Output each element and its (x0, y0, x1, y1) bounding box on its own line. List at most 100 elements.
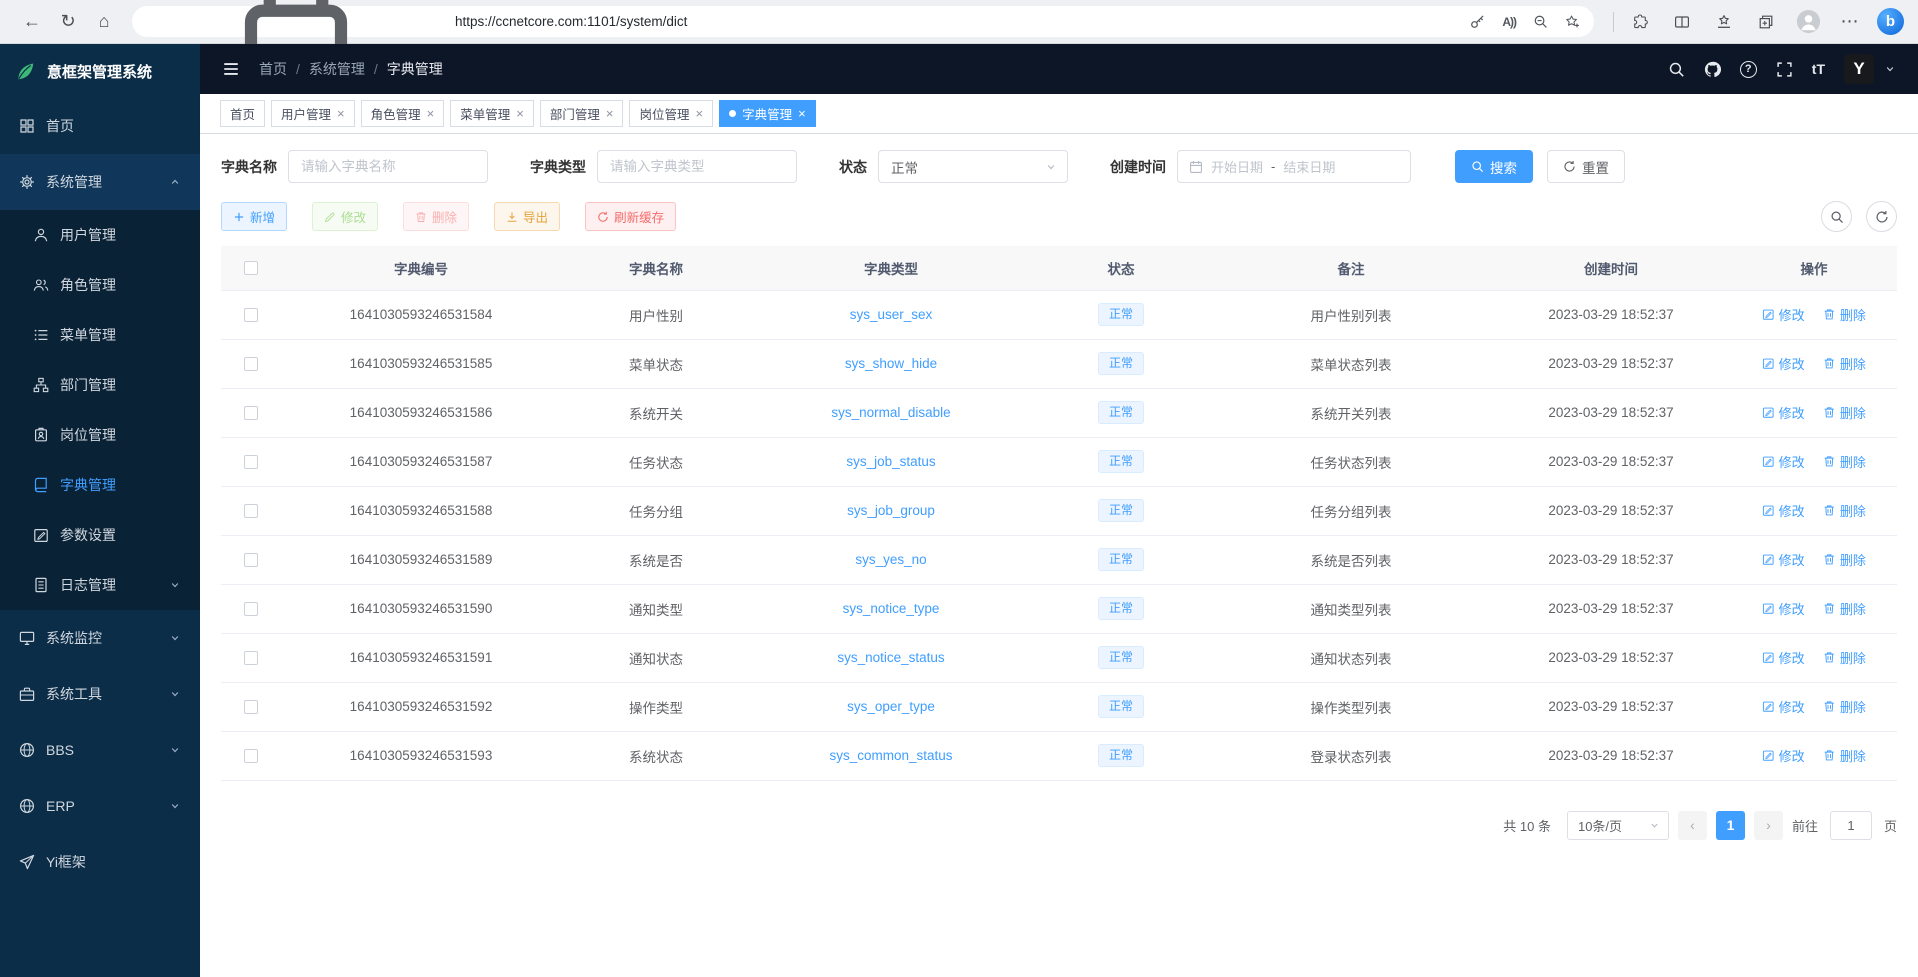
dict-type-link[interactable]: sys_notice_type (843, 601, 940, 616)
row-edit-link[interactable]: 修改 (1762, 599, 1805, 618)
table-row[interactable]: 1641030593246531586 系统开关 sys_normal_disa… (221, 388, 1897, 437)
row-delete-link[interactable]: 删除 (1823, 599, 1866, 618)
row-edit-link[interactable]: 修改 (1762, 501, 1805, 520)
select-all-checkbox[interactable] (244, 261, 258, 275)
row-delete-link[interactable]: 删除 (1823, 403, 1866, 422)
row-edit-link[interactable]: 修改 (1762, 452, 1805, 471)
table-row[interactable]: 1641030593246531593 系统状态 sys_common_stat… (221, 731, 1897, 780)
password-key-icon[interactable] (1470, 14, 1485, 29)
close-icon[interactable]: × (337, 107, 345, 120)
row-edit-link[interactable]: 修改 (1762, 746, 1805, 765)
date-range-picker[interactable]: 开始日期 - 结束日期 (1177, 150, 1411, 183)
url-text[interactable]: https://ccnetcore.com:1101/system/dict (455, 14, 1461, 29)
sidebar-item-system-management[interactable]: 系统管理 (0, 154, 200, 210)
zoom-out-icon[interactable] (1533, 14, 1548, 29)
row-delete-link[interactable]: 删除 (1823, 648, 1866, 667)
sidebar-item-system-tools[interactable]: 系统工具 (0, 666, 200, 722)
show-search-toggle-button[interactable] (1821, 201, 1852, 232)
row-checkbox[interactable] (244, 700, 258, 714)
help-icon[interactable]: ? (1740, 61, 1757, 78)
table-row[interactable]: 1641030593246531592 操作类型 sys_oper_type 正… (221, 682, 1897, 731)
export-button[interactable]: 导出 (494, 202, 560, 231)
header-search-icon[interactable] (1668, 61, 1685, 78)
row-edit-link[interactable]: 修改 (1762, 550, 1805, 569)
user-avatar[interactable]: Y (1844, 54, 1874, 84)
split-screen-icon[interactable] (1665, 5, 1699, 39)
read-aloud-icon[interactable]: A)) (1502, 15, 1516, 29)
table-row[interactable]: 1641030593246531587 任务状态 sys_job_status … (221, 437, 1897, 486)
sidebar-item-system-monitor[interactable]: 系统监控 (0, 610, 200, 666)
row-edit-link[interactable]: 修改 (1762, 354, 1805, 373)
row-checkbox[interactable] (244, 553, 258, 567)
table-row[interactable]: 1641030593246531584 用户性别 sys_user_sex 正常… (221, 290, 1897, 339)
row-checkbox[interactable] (244, 602, 258, 616)
dict-type-link[interactable]: sys_oper_type (847, 699, 935, 714)
dict-type-link[interactable]: sys_show_hide (845, 356, 937, 371)
favorites-icon[interactable] (1707, 5, 1741, 39)
dict-type-link[interactable]: sys_job_group (847, 503, 935, 518)
row-delete-link[interactable]: 删除 (1823, 452, 1866, 471)
dict-type-link[interactable]: sys_yes_no (855, 552, 926, 567)
end-date-placeholder[interactable]: 结束日期 (1283, 157, 1335, 176)
font-size-icon[interactable]: tT (1812, 61, 1825, 77)
home-button[interactable]: ⌂ (86, 5, 122, 39)
tab-menu-management[interactable]: 菜单管理 × (450, 100, 534, 127)
sidebar-item-dept-management[interactable]: 部门管理 (0, 360, 200, 410)
sidebar-item-post-management[interactable]: 岗位管理 (0, 410, 200, 460)
prev-page-button[interactable]: ‹ (1678, 811, 1707, 840)
sidebar-item-param-settings[interactable]: 参数设置 (0, 510, 200, 560)
row-delete-link[interactable]: 删除 (1823, 746, 1866, 765)
sidebar-item-menu-management[interactable]: 菜单管理 (0, 310, 200, 360)
row-checkbox[interactable] (244, 651, 258, 665)
add-button[interactable]: 新增 (221, 202, 287, 231)
sidebar-item-role-management[interactable]: 角色管理 (0, 260, 200, 310)
add-favorite-icon[interactable] (1565, 14, 1580, 29)
refresh-cache-button[interactable]: 刷新缓存 (585, 202, 676, 231)
tab-post-management[interactable]: 岗位管理 × (629, 100, 713, 127)
dict-type-link[interactable]: sys_user_sex (850, 307, 933, 322)
row-checkbox[interactable] (244, 455, 258, 469)
sidebar-item-bbs[interactable]: BBS (0, 722, 200, 778)
status-select[interactable]: 正常 (878, 150, 1068, 183)
close-icon[interactable]: × (695, 107, 703, 120)
search-button[interactable]: 搜索 (1455, 150, 1533, 183)
row-checkbox[interactable] (244, 406, 258, 420)
row-delete-link[interactable]: 删除 (1823, 697, 1866, 716)
profile-avatar[interactable] (1791, 5, 1825, 39)
row-edit-link[interactable]: 修改 (1762, 403, 1805, 422)
dict-type-link[interactable]: sys_normal_disable (831, 405, 950, 420)
next-page-button[interactable]: › (1754, 811, 1783, 840)
tab-dept-management[interactable]: 部门管理 × (540, 100, 624, 127)
close-icon[interactable]: × (606, 107, 614, 120)
sidebar-item-dict-management[interactable]: 字典管理 (0, 460, 200, 510)
sidebar-item-home[interactable]: 首页 (0, 98, 200, 154)
tab-role-management[interactable]: 角色管理 × (361, 100, 445, 127)
dict-type-link[interactable]: sys_common_status (829, 748, 952, 763)
hamburger-icon[interactable] (222, 59, 242, 79)
tab-dict-management[interactable]: 字典管理 × (719, 100, 816, 127)
goto-page-input[interactable] (1830, 811, 1872, 840)
table-row[interactable]: 1641030593246531590 通知类型 sys_notice_type… (221, 584, 1897, 633)
refresh-table-button[interactable] (1866, 201, 1897, 232)
dict-type-link[interactable]: sys_job_status (846, 454, 935, 469)
row-checkbox[interactable] (244, 749, 258, 763)
extensions-icon[interactable] (1623, 5, 1657, 39)
row-checkbox[interactable] (244, 357, 258, 371)
row-delete-link[interactable]: 删除 (1823, 354, 1866, 373)
reset-button[interactable]: 重置 (1547, 150, 1625, 183)
sidebar-item-erp[interactable]: ERP (0, 778, 200, 834)
row-edit-link[interactable]: 修改 (1762, 648, 1805, 667)
table-row[interactable]: 1641030593246531585 菜单状态 sys_show_hide 正… (221, 339, 1897, 388)
table-row[interactable]: 1641030593246531589 系统是否 sys_yes_no 正常 系… (221, 535, 1897, 584)
back-button[interactable]: ← (14, 5, 50, 39)
row-delete-link[interactable]: 删除 (1823, 550, 1866, 569)
close-icon[interactable]: × (427, 107, 435, 120)
refresh-page-button[interactable]: ↻ (50, 5, 86, 39)
bing-chat-icon[interactable]: b (1877, 8, 1904, 35)
close-icon[interactable]: × (798, 107, 806, 120)
browser-menu-icon[interactable]: ⋯ (1833, 5, 1867, 39)
row-checkbox[interactable] (244, 504, 258, 518)
start-date-placeholder[interactable]: 开始日期 (1211, 157, 1263, 176)
row-delete-link[interactable]: 删除 (1823, 305, 1866, 324)
delete-button[interactable]: 删除 (403, 202, 469, 231)
